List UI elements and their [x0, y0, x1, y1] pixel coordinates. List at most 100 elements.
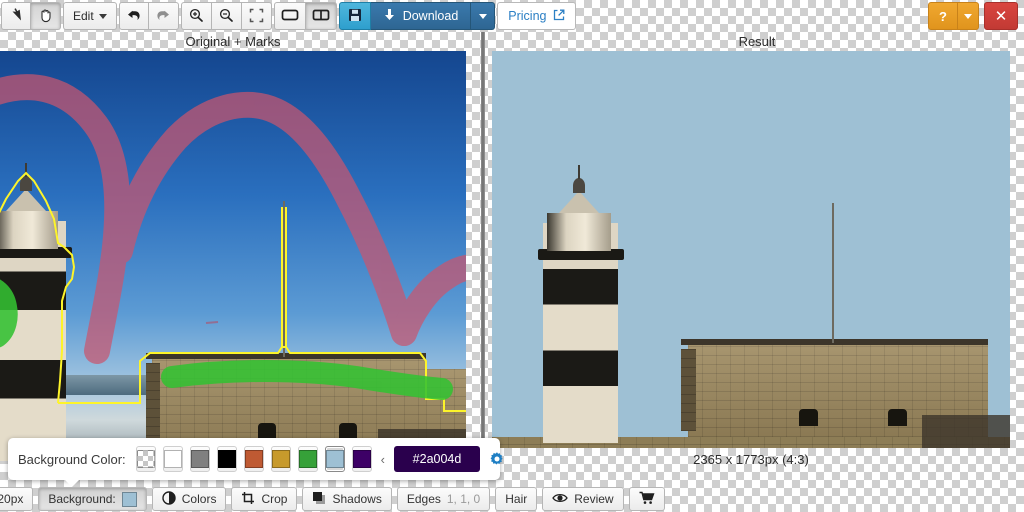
shadows-tab-label: Shadows [332, 492, 382, 506]
swatch-green-chip [298, 450, 317, 468]
shadow-square-icon [312, 491, 326, 508]
view-mode-group [273, 2, 337, 30]
result-scene [492, 51, 1010, 448]
swatch-black-chip [217, 450, 236, 468]
hair-tab-label: Hair [505, 492, 528, 506]
shopping-cart-icon [639, 491, 655, 508]
contrast-circle-icon [162, 490, 176, 508]
undo-arrow-icon [126, 8, 142, 24]
swatch-transparent-chip [136, 450, 155, 468]
magnifier-plus-icon [188, 8, 205, 25]
select-tool-button[interactable] [1, 2, 31, 30]
save-button[interactable] [338, 2, 371, 30]
fortress-left-face [146, 363, 160, 445]
result-fortress-mast [832, 203, 834, 343]
history-group [118, 2, 179, 30]
download-button[interactable]: Download [370, 2, 472, 30]
top-toolbar: Edit Download Pricing ? ✕ [0, 0, 1024, 32]
swatch-light-blue[interactable] [324, 446, 345, 472]
zoom-in-button[interactable] [180, 2, 212, 30]
swatch-gray-chip [190, 450, 209, 468]
close-window-button[interactable]: ✕ [984, 2, 1018, 30]
brush-size-button[interactable]: h: 20px [0, 487, 34, 511]
swatch-rust-chip [244, 450, 263, 468]
result-lighthouse-finial [573, 178, 585, 193]
gear-icon[interactable] [489, 451, 505, 467]
magnifier-minus-icon [218, 8, 235, 25]
swatch-purple[interactable] [351, 446, 372, 472]
chevron-down-icon [98, 13, 107, 19]
edit-menu-button[interactable]: Edit [63, 2, 117, 30]
edges-tab-value: 1, 1, 0 [446, 492, 481, 506]
cart-button[interactable] [628, 487, 665, 511]
hair-tab-button[interactable]: Hair [495, 487, 538, 511]
background-color-label: Background Color: [18, 451, 126, 467]
undo-button[interactable] [118, 2, 149, 30]
brush-size-label: h: 20px [0, 492, 24, 506]
redo-button[interactable] [148, 2, 179, 30]
pricing-button[interactable]: Pricing [497, 2, 576, 30]
download-options-button[interactable] [471, 2, 496, 30]
hex-color-input[interactable]: #2a004d [394, 446, 481, 472]
background-color-popover: Background Color: ‹ #2a004d [8, 438, 503, 487]
zoom-group [180, 2, 272, 30]
download-arrow-icon [383, 8, 396, 25]
help-group: ? [928, 2, 979, 30]
background-tab-button[interactable]: Background: [38, 487, 147, 511]
colors-tab-label: Colors [181, 492, 217, 506]
download-label: Download [402, 8, 459, 23]
swatch-gold-chip [271, 450, 290, 468]
background-tab-label: Background: [48, 492, 116, 506]
lighthouse-antenna [25, 163, 27, 177]
help-options-button[interactable] [958, 2, 979, 30]
chevron-down-icon [964, 13, 972, 19]
pan-tool-button[interactable] [31, 2, 61, 30]
save-download-group: Download [338, 2, 496, 30]
swatch-gray[interactable] [189, 446, 210, 472]
swatch-transparent[interactable] [135, 446, 156, 472]
lighthouse-finial [20, 176, 32, 191]
crop-tab-button[interactable]: Crop [231, 487, 298, 511]
original-image-panel[interactable] [0, 51, 466, 461]
panel-divider-handle[interactable] [481, 32, 485, 476]
review-tab-button[interactable]: Review [542, 487, 624, 511]
eye-icon [552, 492, 569, 507]
previous-color-button[interactable]: ‹ [379, 452, 387, 467]
swatch-white-chip [163, 450, 182, 468]
split-pane-icon [312, 8, 330, 24]
swatch-white[interactable] [162, 446, 183, 472]
swatch-purple-chip [352, 450, 371, 468]
result-lighthouse-roof [559, 191, 599, 213]
fortress-window-left [258, 423, 276, 439]
result-image-panel[interactable] [492, 51, 1010, 448]
shadows-tab-button[interactable]: Shadows [302, 487, 392, 511]
edges-tab-label: Edges [406, 492, 441, 506]
chevron-down-icon [478, 13, 487, 19]
swatch-black[interactable] [216, 446, 237, 472]
fit-to-screen-button[interactable] [241, 2, 272, 30]
swatch-gold[interactable] [270, 446, 291, 472]
edges-tab-button[interactable]: Edges 1, 1, 0 [396, 487, 491, 511]
result-lighthouse-lantern-room [547, 213, 611, 251]
fortress-window-right [339, 423, 357, 439]
result-panel-title: Result [738, 34, 776, 49]
colors-tab-button[interactable]: Colors [151, 487, 227, 511]
floppy-disk-icon [348, 8, 362, 24]
split-view-button[interactable] [305, 2, 337, 30]
pricing-label: Pricing [508, 8, 547, 23]
edit-menu-group: Edit [63, 2, 117, 30]
swatch-green[interactable] [297, 446, 318, 472]
background-tab-swatch [121, 491, 137, 507]
fortress-mast [283, 201, 285, 357]
swatch-rust[interactable] [243, 446, 264, 472]
result-dimensions-label: 2365 x 1773px (4:3) [693, 452, 809, 467]
external-link-icon [553, 9, 565, 24]
review-tab-label: Review [574, 492, 614, 506]
single-view-button[interactable] [273, 2, 306, 30]
fit-to-screen-icon [249, 8, 264, 25]
help-label: ? [939, 8, 947, 24]
close-icon: ✕ [994, 7, 1008, 25]
zoom-out-button[interactable] [211, 2, 242, 30]
redo-arrow-icon [155, 8, 171, 24]
help-button[interactable]: ? [928, 2, 958, 30]
